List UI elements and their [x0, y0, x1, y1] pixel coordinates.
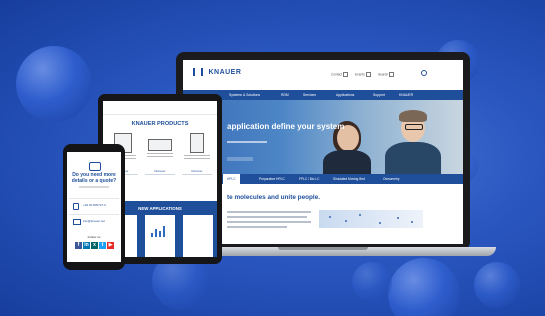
phone-number[interactable]: +49 30 809727-0 [83, 203, 106, 207]
util-events-label: Events [355, 72, 365, 77]
util-search-label: Search [378, 72, 389, 77]
nav-item-systems[interactable]: Systems & Solutions [229, 93, 260, 97]
hero-banner: application define your system [183, 100, 463, 174]
instrument-icon [190, 133, 204, 153]
text-line [227, 221, 311, 223]
person-man-body [385, 142, 441, 174]
linkedin-icon[interactable]: in [83, 242, 90, 249]
molecule-dot [411, 221, 413, 223]
decor-bubble [474, 262, 520, 308]
laptop-screen: KNAUER Contact Events Search Systems & S… [183, 60, 463, 244]
tab-preparative-hplc[interactable]: Preparative HPLC [259, 177, 285, 181]
application-card[interactable] [183, 215, 213, 257]
facebook-icon[interactable]: f [75, 242, 82, 249]
section-title: te molecules and unite people. [227, 194, 321, 201]
search-box-icon [389, 72, 395, 77]
molecule-dot [397, 217, 399, 219]
nav-item-support[interactable]: Support [373, 93, 385, 97]
mail-icon [73, 219, 81, 225]
discover-button[interactable]: Discover [182, 169, 212, 175]
logo-text: KNAUER [208, 68, 242, 76]
search-icon[interactable] [421, 70, 427, 76]
util-events[interactable]: Events [355, 72, 371, 77]
tab-hplc[interactable]: HPLC [223, 174, 240, 184]
twitter-icon[interactable]: t [99, 242, 106, 249]
phone-screen: Do you need more details or a quote? +49… [67, 152, 121, 262]
xing-icon[interactable]: x [91, 242, 98, 249]
tab-smb[interactable]: Simulated Moving Bed [333, 177, 365, 181]
chat-icon [89, 162, 101, 171]
chart-icon-bar [151, 233, 153, 237]
chart-icon-bar [163, 226, 165, 237]
tab-osmometry[interactable]: Osmometry [383, 177, 399, 181]
email-address[interactable]: info@knauer.net [83, 219, 105, 223]
application-card[interactable] [145, 215, 175, 257]
decor-bubble [16, 46, 92, 122]
phone-device: Do you need more details or a quote? +49… [63, 144, 125, 270]
text-line [147, 153, 173, 154]
products-title: KNAUER PRODUCTS [131, 121, 189, 127]
promo-stage: KNAUER Contact Events Search Systems & S… [0, 0, 545, 316]
phone-contact-row[interactable]: +49 30 809727-0 [69, 198, 119, 212]
nav-item-applications[interactable]: Applications [336, 93, 354, 97]
molecule-dot [359, 214, 361, 216]
person-woman-body [323, 150, 371, 174]
decor-bubble [352, 262, 392, 302]
text-line [227, 216, 307, 218]
molecules-image [319, 210, 423, 228]
chart-icon-bar [159, 231, 161, 237]
person-man-hair [399, 110, 427, 122]
email-contact-row[interactable]: info@knauer.net [69, 214, 119, 228]
events-icon [365, 72, 371, 77]
discover-button[interactable]: Discover [145, 169, 175, 175]
knauer-logo[interactable]: KNAUER [193, 68, 241, 76]
molecule-dot [345, 220, 347, 222]
text-line [227, 211, 311, 213]
nav-item-services[interactable]: Services [303, 93, 316, 97]
youtube-icon[interactable]: ▶ [107, 242, 114, 249]
contact-question: Do you need more details or a quote? [71, 172, 117, 184]
molecule-dot [329, 216, 331, 218]
phone-icon [73, 203, 79, 210]
hero-more-button[interactable] [227, 157, 253, 161]
instrument-icon [148, 139, 172, 151]
follow-label: Follow us [87, 235, 101, 239]
text-line [227, 226, 287, 228]
content-section: te molecules and unite people. [183, 184, 463, 244]
text-line [184, 155, 210, 156]
hero-subtitle-line [227, 141, 267, 143]
hero-title: application define your system [227, 122, 345, 131]
tab-fplc[interactable]: FPLC / Bio LC [299, 177, 319, 181]
chart-icon [151, 225, 169, 237]
laptop-notch [278, 247, 368, 250]
glasses-icon [405, 124, 423, 130]
chart-icon-bar [155, 229, 157, 237]
util-search[interactable]: Search [378, 72, 395, 77]
site-header: KNAUER Contact Events Search [183, 60, 463, 90]
category-tabs: HPLC Preparative HPLC FPLC / Bio LC Simu… [183, 174, 463, 184]
product-card[interactable]: Discover [145, 133, 175, 175]
contact-icon [343, 72, 348, 77]
util-contact[interactable]: Contact [331, 72, 348, 77]
subtitle-line [79, 186, 109, 188]
knauer-logo-icon [193, 68, 203, 76]
nav-item-rdm[interactable]: RDM [281, 93, 289, 97]
text-line [147, 156, 173, 157]
util-contact-label: Contact [331, 72, 342, 77]
decor-bubble [388, 258, 460, 316]
text-line [184, 158, 210, 159]
main-nav: Systems & Solutions RDM Services Applica… [183, 90, 463, 100]
nav-item-knauer[interactable]: KNAUER [399, 93, 413, 97]
molecule-dot [379, 222, 381, 224]
tablet-header [103, 101, 217, 115]
product-card[interactable]: Discover [182, 133, 212, 175]
